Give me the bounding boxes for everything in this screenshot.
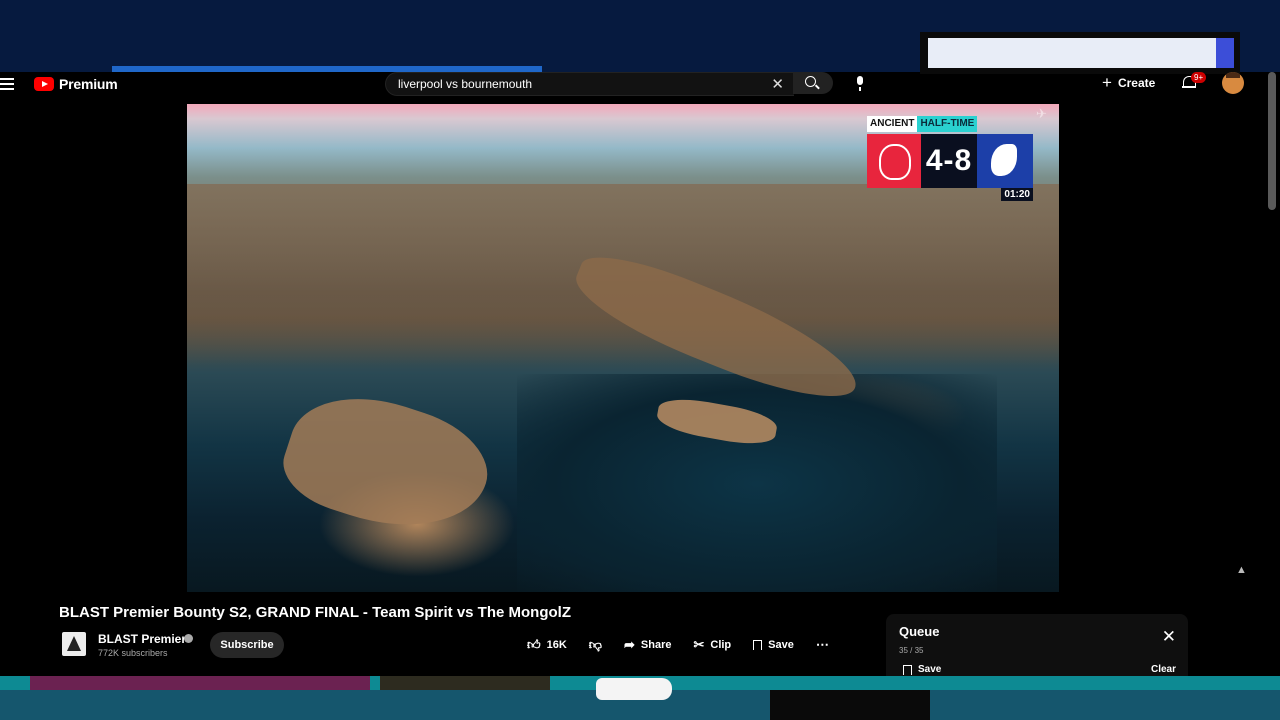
overlay-box [920,32,1240,74]
plus-icon: + [1102,73,1112,92]
queue-clear-button[interactable]: Clear [1151,664,1176,675]
dislike-button[interactable]: 👎︎ [589,637,602,653]
share-label: Share [640,639,672,651]
overlay-box-inner [928,38,1218,68]
video-frame-peninsula [273,376,501,552]
save-button[interactable]: Save [753,639,794,651]
watermark-icon: ✈ [1036,106,1047,121]
team-spirit-logo-icon [867,134,921,188]
bottom-pixel-overlay [0,676,1280,720]
overlay-box-accent [1216,38,1234,68]
clip-button[interactable]: ✂ Clip [693,637,731,653]
subscriber-count: 772K subscribers [98,648,168,658]
menu-icon[interactable] [0,78,14,90]
thumbs-down-icon: 👎︎ [588,637,602,652]
queue-save-button[interactable]: Save [903,664,941,675]
youtube-play-icon [34,77,54,91]
account-avatar[interactable] [1222,72,1244,94]
queue-save-label: Save [918,664,942,675]
like-count: 16K [546,639,567,651]
subscribe-button[interactable]: Subscribe [210,632,284,658]
bookmark-icon [753,640,763,650]
scorebug-phase: HALF-TIME [917,116,978,132]
search-icon [805,76,816,87]
share-button[interactable]: ➦ Share [624,637,671,653]
search-input[interactable]: liverpool vs bournemouth [398,77,532,91]
clip-label: Clip [710,639,732,651]
masthead: Premium liverpool vs bournemouth ✕ + Cre… [0,72,1280,96]
scorebug: ANCIENT HALF-TIME 4-8 01:20 [867,116,1033,201]
notification-badge: 9+ [1191,72,1207,83]
microphone-icon[interactable] [857,76,863,91]
channel-avatar[interactable] [62,632,86,656]
create-label: Create [1117,75,1156,90]
bookmark-icon [903,664,912,675]
scorebug-timer: 01:20 [1001,188,1033,201]
more-actions-button[interactable]: ⋯ [816,637,829,653]
like-button[interactable]: 👍︎ 16K [527,637,567,653]
player-settings-icon[interactable]: ▲ [1236,564,1247,576]
queue-panel: Queue 35 / 35 ✕ Save Clear [886,614,1188,680]
share-icon: ➦ [623,637,635,652]
team-mongolz-logo-icon [977,134,1033,188]
save-label: Save [768,639,794,651]
create-button[interactable]: + Create [1102,74,1155,91]
video-player[interactable]: ANCIENT HALF-TIME 4-8 01:20 [187,104,1059,592]
page-scrollbar[interactable] [1268,72,1276,210]
verified-icon [184,634,193,643]
overlay-shape [770,690,930,720]
pointing-hand-icon [596,678,672,700]
overlay-band [30,676,370,690]
more-icon: ⋯ [815,637,829,652]
thumbs-up-icon: 👍︎ [527,637,541,652]
scissors-icon: ✂ [693,637,705,652]
overlay-band [380,676,550,690]
search-button[interactable] [793,72,833,94]
brand-label: Premium [59,76,118,92]
queue-count: 35 / 35 [899,646,924,655]
video-actions: 👍︎ 16K 👎︎ ➦ Share ✂ Clip Save ⋯ [527,632,829,658]
clear-search-icon[interactable]: ✕ [771,75,784,93]
scorebug-score: 4-8 [921,134,977,188]
youtube-logo[interactable]: Premium [34,76,118,92]
channel-name[interactable]: BLAST Premier [98,632,186,646]
scorebug-map: ANCIENT [867,116,918,132]
video-frame-harbour [517,374,997,592]
top-pixel-overlay [0,0,1280,74]
queue-title: Queue [899,624,940,639]
close-queue-icon[interactable]: ✕ [1162,628,1176,645]
video-title: BLAST Premier Bounty S2, GRAND FINAL - T… [59,604,571,621]
search-box[interactable]: liverpool vs bournemouth ✕ [385,72,794,96]
